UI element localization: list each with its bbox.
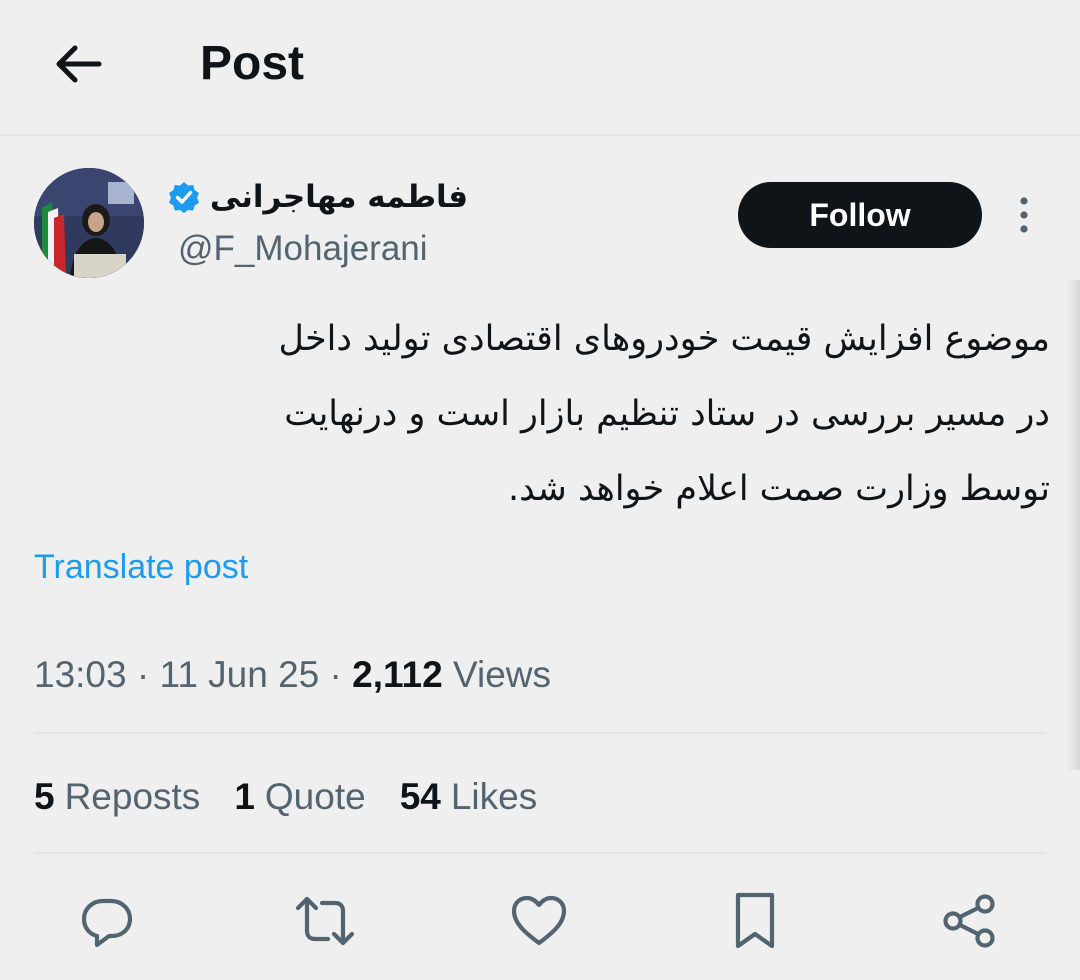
bookmark-icon (735, 892, 775, 949)
edge-shadow (1066, 280, 1080, 770)
more-vertical-icon (1020, 197, 1028, 233)
quotes-count: 1 (234, 776, 255, 817)
post-text-line: توسط وزارت صمت اعلام خواهد شد. (508, 469, 1050, 509)
share-button[interactable] (934, 886, 1004, 956)
like-button[interactable] (504, 886, 574, 956)
meta-separator: · (329, 654, 342, 695)
more-options-button[interactable] (1006, 190, 1042, 240)
repost-button[interactable] (290, 886, 360, 956)
translate-post-link[interactable]: Translate post (34, 544, 248, 590)
like-icon (511, 895, 567, 946)
post-time[interactable]: 13:03 (34, 654, 127, 695)
verified-badge-icon (168, 182, 199, 213)
follow-button[interactable]: Follow (738, 182, 982, 248)
action-bar (0, 886, 1080, 956)
bookmark-button[interactable] (720, 886, 790, 956)
post-meta: 13:03 · 11 Jun 25 · 2,112 Views (34, 650, 551, 700)
author-display-name: فاطمه مهاجرانی (209, 179, 468, 215)
quotes-label: Quote (264, 776, 366, 817)
meta-separator: · (136, 654, 150, 695)
page-title: Post (200, 37, 305, 90)
reposts-stat[interactable]: 5 Reposts (34, 772, 200, 822)
author-handle[interactable]: @F_Mohajerani (178, 226, 428, 272)
views-label: Views (453, 654, 552, 695)
divider (34, 852, 1046, 854)
likes-label: Likes (450, 776, 538, 817)
views-count: 2,112 (352, 654, 443, 695)
post-text: موضوع افزایش قیمت خودروهای اقتصادی تولید… (60, 302, 1050, 527)
reposts-count: 5 (34, 776, 55, 817)
divider (34, 732, 1046, 734)
post-text-line: موضوع افزایش قیمت خودروهای اقتصادی تولید… (278, 319, 1050, 359)
arrow-left-icon (56, 45, 102, 83)
quotes-stat[interactable]: 1 Quote (234, 772, 365, 822)
share-icon (943, 894, 995, 948)
avatar[interactable] (34, 168, 144, 278)
back-button[interactable] (48, 36, 108, 92)
engagement-stats: 5 Reposts 1 Quote 54 Likes (34, 772, 537, 822)
author-name-row[interactable]: فاطمه مهاجرانی (168, 172, 468, 222)
likes-stat[interactable]: 54 Likes (400, 772, 538, 822)
reply-button[interactable] (72, 886, 142, 956)
reposts-label: Reposts (64, 776, 201, 817)
post-text-line: در مسیر بررسی در ستاد تنظیم بازار است و … (284, 394, 1050, 434)
top-bar: Post (0, 0, 1080, 136)
reply-icon (81, 898, 133, 948)
likes-count: 54 (399, 776, 441, 817)
avatar-photo (34, 168, 144, 278)
repost-icon (295, 896, 355, 946)
post-date[interactable]: 11 Jun 25 (159, 654, 319, 695)
